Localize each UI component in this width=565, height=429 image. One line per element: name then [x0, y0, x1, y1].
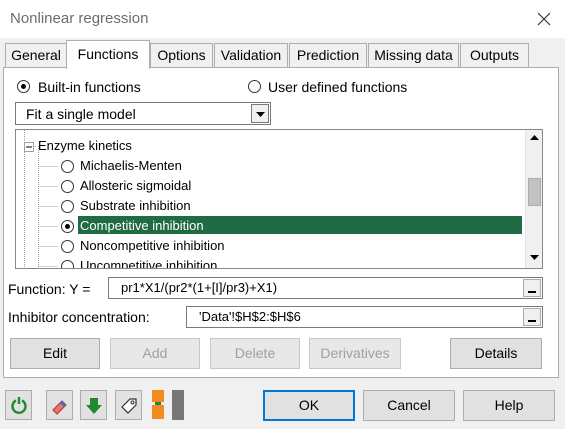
- tree-item-uncompetitive-inhibition[interactable]: Uncompetitive inhibition: [80, 256, 217, 268]
- refresh-icon: [11, 397, 27, 414]
- inhibitor-range-select-button[interactable]: [523, 308, 541, 326]
- user-defined-functions-radio[interactable]: [248, 80, 261, 93]
- derivatives-button[interactable]: Derivatives: [309, 338, 401, 369]
- model-select-value: Fit a single model: [26, 106, 136, 122]
- inhibitor-concentration-field[interactable]: 'Data'!$H$2:$H$6: [186, 306, 543, 328]
- builtin-functions-radio[interactable]: [17, 80, 30, 93]
- user-defined-functions-label[interactable]: User defined functions: [268, 79, 407, 95]
- eraser-icon: [52, 400, 67, 415]
- tree-item-allosteric-sigmoidal[interactable]: Allosteric sigmoidal: [80, 176, 191, 196]
- window-title: Nonlinear regression: [10, 10, 149, 27]
- eraser-button[interactable]: [46, 390, 73, 420]
- scroll-thumb[interactable]: [528, 178, 541, 206]
- tab-missing-data[interactable]: Missing data: [368, 43, 459, 67]
- builtin-functions-label[interactable]: Built-in functions: [38, 79, 141, 95]
- help-button[interactable]: Help: [463, 390, 555, 421]
- function-field-button[interactable]: [523, 279, 541, 297]
- function-field[interactable]: pr1*X1/(pr2*(1+[I]/pr3)+X1): [108, 277, 543, 299]
- collapse-icon[interactable]: [24, 142, 34, 152]
- download-arrow-icon: [86, 398, 102, 414]
- tab-bar: General Functions Options Validation Pre…: [0, 38, 565, 69]
- tree-item-radio[interactable]: [61, 180, 74, 193]
- tag-icon: [121, 398, 137, 414]
- close-button[interactable]: [529, 4, 559, 34]
- details-button[interactable]: Details: [450, 338, 542, 369]
- tree-item-noncompetitive-inhibition[interactable]: Noncompetitive inhibition: [80, 236, 225, 256]
- close-icon: [537, 12, 551, 26]
- tree-item-radio-selected[interactable]: [61, 220, 74, 233]
- function-value: pr1*X1/(pr2*(1+[I]/pr3)+X1): [121, 280, 278, 295]
- delete-button[interactable]: Delete: [210, 338, 300, 369]
- tab-outputs[interactable]: Outputs: [460, 43, 529, 67]
- tab-prediction[interactable]: Prediction: [289, 43, 367, 67]
- tree-group-enzyme-kinetics[interactable]: Enzyme kinetics: [38, 136, 132, 156]
- inhibitor-concentration-value: 'Data'!$H$2:$H$6: [199, 309, 301, 324]
- refresh-button[interactable]: [5, 390, 32, 420]
- edit-button[interactable]: Edit: [10, 338, 100, 369]
- function-label: Function: Y =: [8, 281, 91, 297]
- tree-item-radio[interactable]: [61, 160, 74, 173]
- scroll-down-icon: [530, 255, 539, 260]
- function-tree[interactable]: Enzyme kinetics Michaelis-Menten Alloste…: [15, 129, 543, 269]
- layout-block-orange-top: [152, 390, 164, 402]
- download-button[interactable]: [80, 390, 107, 420]
- tree-item-radio[interactable]: [61, 240, 74, 253]
- layout-toggle-icon[interactable]: [152, 390, 186, 420]
- title-bar: Nonlinear regression: [0, 0, 565, 38]
- tab-options[interactable]: Options: [150, 43, 213, 67]
- tree-item-michaelis-menten[interactable]: Michaelis-Menten: [80, 156, 182, 176]
- tree-item-substrate-inhibition[interactable]: Substrate inhibition: [80, 196, 191, 216]
- tree-scrollbar[interactable]: [525, 130, 542, 268]
- add-button[interactable]: Add: [110, 338, 200, 369]
- layout-block-green: [155, 402, 161, 405]
- scroll-up-button[interactable]: [526, 130, 542, 147]
- scroll-up-icon: [530, 135, 539, 140]
- scroll-down-button[interactable]: [526, 250, 542, 267]
- tab-validation[interactable]: Validation: [214, 43, 288, 67]
- inhibitor-concentration-label: Inhibitor concentration:: [8, 309, 150, 325]
- layout-block-gray: [172, 390, 184, 420]
- chevron-down-icon: [256, 112, 265, 117]
- model-select-dropdown-button[interactable]: [251, 104, 269, 123]
- ok-button[interactable]: OK: [263, 390, 355, 421]
- tab-general[interactable]: General: [5, 43, 67, 67]
- tag-button[interactable]: [115, 390, 142, 420]
- tab-functions[interactable]: Functions: [66, 40, 150, 69]
- tree-item-radio[interactable]: [61, 200, 74, 213]
- cancel-button[interactable]: Cancel: [363, 390, 455, 421]
- tree-item-competitive-inhibition[interactable]: Competitive inhibition: [80, 216, 204, 236]
- layout-block-orange-bottom: [152, 405, 164, 419]
- tree-item-radio[interactable]: [61, 260, 74, 268]
- model-select[interactable]: Fit a single model: [15, 102, 271, 125]
